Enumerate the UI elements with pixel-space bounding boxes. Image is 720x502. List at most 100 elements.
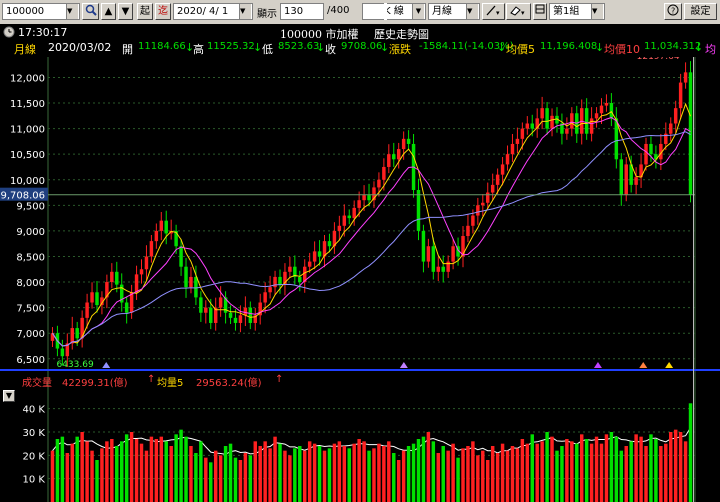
candle-body xyxy=(75,328,79,339)
search-icon xyxy=(85,4,97,16)
ohlc-info-line: 月線 2020/03/02 開 11184.66 ↓ 高 11525.32 ↓ … xyxy=(0,41,720,57)
chevron-down-icon[interactable]: ▼ xyxy=(591,4,603,19)
indicator-menu-button[interactable]: ▼ xyxy=(3,390,15,402)
search-button[interactable] xyxy=(82,3,99,20)
candle-body xyxy=(570,113,574,129)
candle-body xyxy=(144,256,149,270)
volume-bar xyxy=(115,446,119,502)
volume-bar xyxy=(392,453,396,502)
candle-body xyxy=(238,315,243,323)
toolbar: 100000 ▼ ▲ ▼ 起 迄 2020/ 4/ 1 ▼ 顯示 130 /400 … xyxy=(0,0,720,25)
start-button[interactable]: 起 xyxy=(137,3,153,20)
volume-bar xyxy=(560,446,564,502)
price-tick-label: 12,000 xyxy=(10,73,45,84)
volume-tick-label: 20 K xyxy=(23,451,46,462)
chevron-down-icon[interactable]: ▼ xyxy=(239,4,251,19)
candle-body xyxy=(159,220,164,231)
volume-bar xyxy=(218,455,223,502)
chart-area[interactable]: 6,500 7,000 7,500 8,000 8,500 9,000 9,500 10,00… xyxy=(0,57,720,502)
candle-body xyxy=(515,138,520,144)
grid-button[interactable] xyxy=(533,3,547,20)
volume-bar xyxy=(461,448,465,502)
volume-bar xyxy=(367,450,371,502)
info-date: 2020/03/02 xyxy=(48,41,112,54)
arrow-up-icon: ↑ xyxy=(147,374,156,385)
candle-body xyxy=(60,348,65,357)
clock-time: 17:30:17 xyxy=(18,26,68,39)
move-down-button[interactable]: ▼ xyxy=(118,3,133,20)
candle-body xyxy=(278,276,282,285)
volume-bar xyxy=(342,446,347,502)
volume-bar xyxy=(332,443,337,502)
triangle-up-icon: ▲ xyxy=(104,6,113,17)
candle-body xyxy=(228,312,233,318)
info-close: 9708.06 xyxy=(341,41,383,52)
volume-bar xyxy=(471,441,475,502)
volume-bar xyxy=(228,443,233,502)
volume-bar xyxy=(60,436,65,502)
volume-bar xyxy=(406,446,411,502)
chart-type-select[interactable]: K 線 ▼ xyxy=(362,3,426,20)
candle-body xyxy=(392,154,396,160)
triangle-down-icon: ▼ xyxy=(121,6,130,17)
display-count-input[interactable]: 130 xyxy=(280,3,324,20)
volume-bar xyxy=(357,439,361,502)
candle-body xyxy=(337,225,342,231)
volume-bar xyxy=(95,460,99,502)
move-up-button[interactable]: ▲ xyxy=(101,3,116,20)
candle-body xyxy=(342,215,347,226)
candle-body xyxy=(530,123,534,129)
volume-bar xyxy=(486,460,490,502)
volume-ma-label: 均量5 xyxy=(157,378,184,389)
candle-body xyxy=(505,154,510,165)
volume-bar xyxy=(174,434,178,502)
volume-bar xyxy=(579,434,584,502)
volume-bar xyxy=(654,439,658,502)
period-select[interactable]: 月線 ▼ xyxy=(428,3,480,20)
info-ma5-label: 均價5 xyxy=(506,43,535,56)
end-button[interactable]: 迄 xyxy=(155,3,171,20)
volume-bar xyxy=(238,460,243,502)
volume-label: 成交量 xyxy=(22,378,52,389)
volume-bar xyxy=(589,443,594,502)
ma10-line xyxy=(52,117,691,347)
volume-bar xyxy=(446,450,450,502)
volume-bar xyxy=(223,446,228,502)
volume-bar xyxy=(144,450,149,502)
candle-body xyxy=(500,164,505,175)
candle-body xyxy=(110,271,114,283)
candle-body xyxy=(406,138,411,144)
volume-bars xyxy=(50,403,693,502)
candle-body xyxy=(70,328,74,344)
volume-bar xyxy=(520,439,525,502)
price-axis: 6,500 7,000 7,500 8,000 8,500 9,000 9,500 10,00… xyxy=(10,73,45,365)
volume-bar xyxy=(80,432,84,502)
info-button[interactable]: ? xyxy=(664,3,682,20)
eraser-button[interactable]: ▾ xyxy=(506,3,531,20)
volume-bar xyxy=(614,436,619,502)
candle-body xyxy=(669,123,673,134)
chevron-down-icon[interactable]: ▼ xyxy=(412,4,424,19)
candle-body xyxy=(619,159,624,196)
svg-text:▾: ▾ xyxy=(496,9,500,17)
candle-body xyxy=(115,271,119,285)
candle-body xyxy=(347,215,351,219)
chevron-down-icon[interactable]: ▼ xyxy=(466,4,478,19)
info-open-label: 開 xyxy=(122,43,133,56)
volume-bar xyxy=(575,443,579,502)
group-select[interactable]: 第1組 ▼ xyxy=(549,3,605,20)
date-select[interactable]: 2020/ 4/ 1 ▼ xyxy=(173,3,253,20)
draw-line-button[interactable]: ▾ xyxy=(482,3,505,20)
event-marker-icon xyxy=(639,362,648,368)
chart-type-value: K 線 xyxy=(384,6,404,17)
symbol-select[interactable]: 100000 ▼ xyxy=(2,3,80,20)
settings-button[interactable]: 設定 xyxy=(684,3,717,20)
volume-bar xyxy=(100,448,104,502)
volume-bar xyxy=(129,432,134,502)
chevron-down-icon[interactable]: ▼ xyxy=(66,4,78,19)
candle-body xyxy=(426,246,431,262)
triangle-down-icon: ▼ xyxy=(5,391,13,400)
volume-bar xyxy=(169,446,173,502)
candle-body xyxy=(436,266,441,272)
volume-bar xyxy=(599,443,604,502)
